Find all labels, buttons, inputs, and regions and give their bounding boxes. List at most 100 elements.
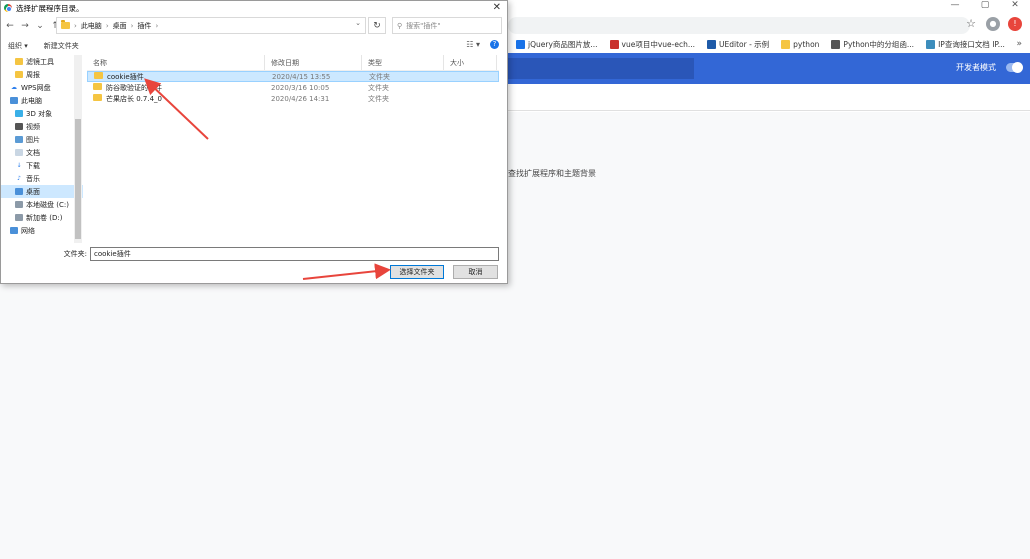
extensions-header: 开发者模式 (508, 53, 1030, 84)
forward-arrow-icon[interactable]: → (19, 21, 31, 31)
nav-pane-item[interactable]: 此电脑 (1, 94, 83, 107)
cloud-icon: ☁ (11, 84, 17, 91)
back-arrow-icon[interactable]: ← (4, 21, 16, 31)
column-header-size[interactable]: 大小 (444, 55, 497, 70)
computer-icon (10, 97, 18, 104)
window-controls: — ▢ ✕ (940, 0, 1030, 10)
network-icon (10, 227, 18, 234)
table-row[interactable]: 芒果店长 0.7.4_0 2020/4/26 14:31 文件夹 (87, 93, 499, 104)
jquery-icon (516, 39, 525, 49)
view-options-icon[interactable]: ☷ ▾ (466, 40, 480, 49)
filename-field[interactable]: cookie插件 (90, 247, 499, 261)
music-icon: ♪ (17, 175, 21, 182)
csdn-icon (609, 39, 619, 49)
refresh-button[interactable]: ↻ (368, 17, 386, 34)
chrome-logo-icon (4, 4, 12, 12)
nav-pane-label: 本地磁盘 (C:) (26, 200, 69, 209)
file-type: 文件夹 (368, 83, 389, 92)
nav-pane-item[interactable]: 3D 对象 (1, 107, 83, 120)
drive-icon (15, 201, 23, 208)
address-bar-area: ☆ ● ! (508, 14, 1030, 36)
star-icon[interactable]: ☆ (964, 17, 978, 31)
scroll-thumb[interactable] (75, 119, 81, 239)
download-icon: ↓ (16, 162, 22, 169)
nav-pane-item[interactable]: 文档 (1, 146, 83, 159)
column-header-date[interactable]: 修改日期 (265, 55, 362, 70)
chevron-down-icon[interactable]: ⌄ (355, 19, 361, 27)
new-folder-button[interactable]: 新建文件夹 (44, 41, 79, 51)
close-icon[interactable]: ✕ (1000, 0, 1030, 10)
navigation-pane: 滤镜工具周报 ☁ WPS网盘 此电脑 3D 对象 视频 图片 文档 ↓ 下载 ♪ 音乐桌面本地磁盘 (… (1, 55, 83, 243)
file-name: 防谷歌验证的插件 (106, 83, 162, 92)
search-input[interactable]: ⚲ 搜索"插件" (392, 17, 502, 34)
breadcrumb-item[interactable]: 桌面 (113, 21, 127, 31)
document-icon (15, 149, 23, 156)
bookmark-item[interactable]: IP查询接口文档 IP... (922, 39, 1009, 50)
nav-pane-item[interactable]: ♪ 音乐 (1, 172, 83, 185)
file-list-header: 名称 修改日期 类型 大小 (87, 55, 499, 71)
breadcrumb-item[interactable]: 此电脑 (81, 21, 102, 31)
bookmark-label: UEditor - 示例 (719, 39, 770, 49)
close-icon[interactable]: ✕ (493, 1, 501, 15)
nav-pane-item[interactable]: 周报 (1, 68, 83, 81)
folder-icon (15, 71, 23, 78)
cube-icon (15, 110, 23, 117)
bookmark-item[interactable]: UEditor - 示例 (703, 39, 773, 50)
file-name-cell: cookie插件 (88, 71, 266, 82)
empty-state-text: 查找扩展程序和主题背景 (508, 169, 596, 178)
breadcrumb[interactable]: › 此电脑 › 桌面 › 插件 › ⌄ (56, 17, 366, 34)
bookmark-item[interactable]: vue项目中vue-ech... (606, 39, 699, 50)
nav-pane-item[interactable]: 图片 (1, 133, 83, 146)
minimize-icon[interactable]: — (940, 0, 970, 10)
nav-pane-label: 新加卷 (D:) (26, 213, 63, 222)
nav-pane-item[interactable]: 滤镜工具 (1, 55, 83, 68)
organize-button[interactable]: 组织 ▾ (8, 41, 28, 51)
bookmark-item[interactable]: jQuery商品图片放... (512, 39, 602, 50)
nav-pane-item[interactable]: 视频 (1, 120, 83, 133)
nav-pane-scrollbar[interactable] (74, 55, 82, 243)
video-icon (15, 123, 23, 130)
breadcrumb-item[interactable]: 插件 (137, 21, 151, 31)
nav-pane-item[interactable]: 本地磁盘 (C:) (1, 198, 83, 211)
bookmarks-more-icon[interactable]: » (1016, 36, 1022, 52)
maximize-icon[interactable]: ▢ (970, 0, 1000, 10)
nav-pane-item[interactable]: 新加卷 (D:) (1, 211, 83, 224)
nav-pane-item[interactable]: 网络 (1, 224, 83, 237)
bookmark-item[interactable]: Python中的分组函... (827, 39, 918, 50)
nav-pane-item[interactable]: ☁ WPS网盘 (1, 81, 83, 94)
folder-icon (15, 58, 23, 65)
extensions-toolbar (508, 84, 1030, 111)
select-folder-dialog: 选择扩展程序目录。 ✕ ← → ⌄ ↑ › 此电脑 › 桌面 › 插件 › ⌄ … (0, 0, 508, 284)
search-icon: ⚲ (397, 21, 403, 30)
bookmark-label: IP查询接口文档 IP... (938, 39, 1005, 49)
file-date: 2020/3/16 10:05 (271, 83, 330, 92)
select-folder-button[interactable]: 选择文件夹 (390, 265, 444, 279)
chevron-down-icon[interactable]: ⌄ (34, 21, 46, 31)
file-date: 2020/4/15 13:55 (272, 72, 331, 81)
dev-mode-toggle[interactable] (1006, 62, 1023, 73)
python-icon (831, 39, 841, 49)
bookmark-label: jQuery商品图片放... (528, 39, 598, 49)
table-row[interactable]: cookie插件 2020/4/15 13:55 文件夹 (87, 71, 499, 82)
folder-icon (93, 93, 102, 101)
bookmarks-bar: jQuery商品图片放... vue项目中vue-ech... UEditor - … (508, 36, 1030, 52)
folder-icon (94, 71, 103, 79)
help-icon[interactable]: ? (490, 40, 499, 49)
nav-pane-item[interactable]: 桌面 (1, 185, 83, 198)
extension-icon[interactable]: ! (1008, 17, 1022, 31)
ip-icon (926, 39, 936, 49)
extensions-search-bar[interactable] (508, 58, 694, 79)
bookmark-item[interactable]: python (777, 39, 823, 49)
dev-mode-label: 开发者模式 (956, 63, 996, 72)
address-bar[interactable] (508, 17, 970, 34)
file-type: 文件夹 (369, 72, 390, 81)
avatar[interactable]: ● (986, 17, 1000, 31)
table-row[interactable]: 防谷歌验证的插件 2020/3/16 10:05 文件夹 (87, 82, 499, 93)
nav-pane-item[interactable]: ↓ 下载 (1, 159, 83, 172)
column-header-type[interactable]: 类型 (362, 55, 444, 70)
cancel-button[interactable]: 取消 (453, 265, 498, 279)
nav-pane-label: 滤镜工具 (26, 57, 54, 66)
nav-pane-label: 音乐 (26, 174, 40, 183)
bookmark-label: vue项目中vue-ech... (621, 39, 695, 49)
column-header-name[interactable]: 名称 (87, 55, 265, 70)
